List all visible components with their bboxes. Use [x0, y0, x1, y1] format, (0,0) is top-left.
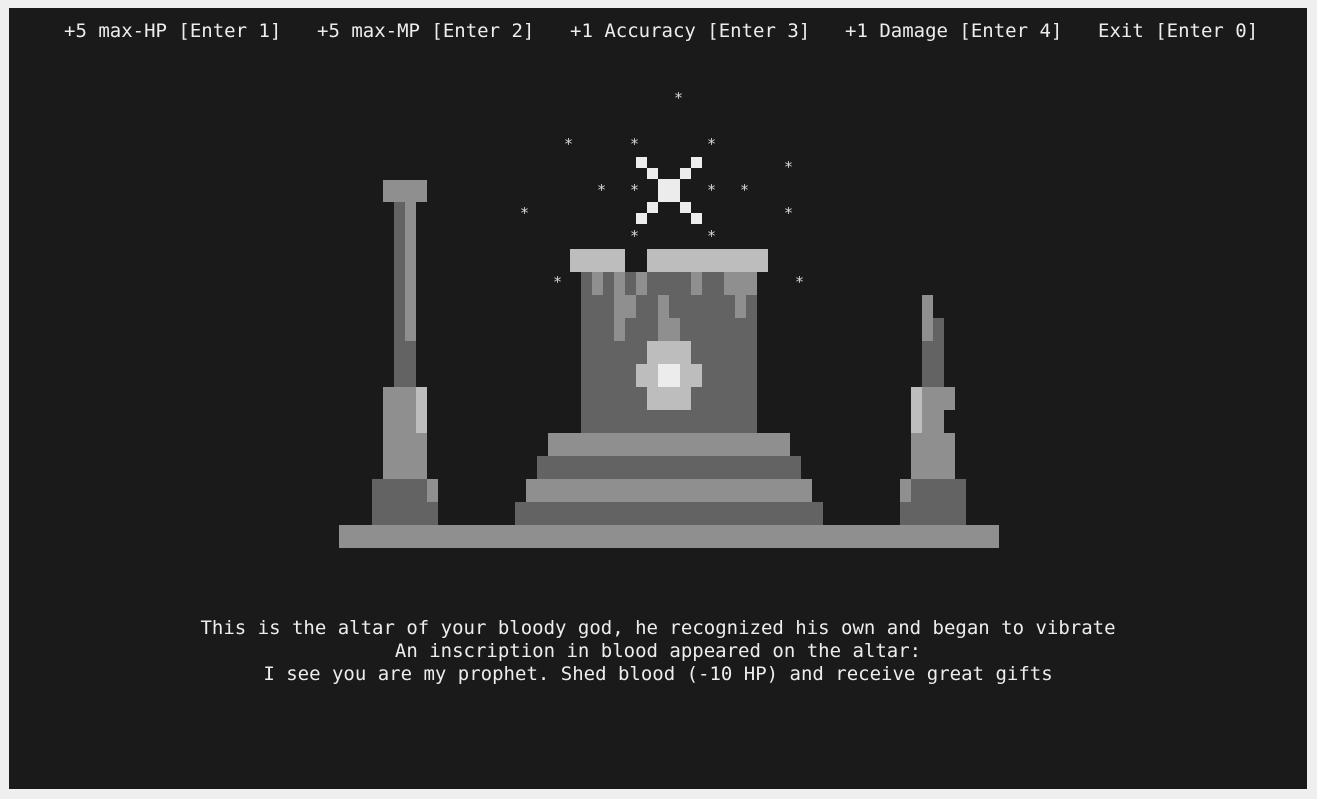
sparkle-star-icon: * [707, 135, 716, 153]
sparkle-star-icon: * [564, 135, 573, 153]
sparkle-star-icon: * [784, 204, 793, 222]
sparkle-star-icon: * [520, 204, 529, 222]
sparkle-star-icon: * [553, 273, 562, 291]
sparkle-star-icon: * [630, 181, 639, 199]
game-screen: +5 max-HP [Enter 1] +5 max-MP [Enter 2] … [9, 8, 1307, 789]
altar-illustration: * * * * * * * * * * * * * * * [339, 89, 999, 548]
right-pillar [900, 295, 966, 525]
sparkle-star-icon: * [630, 135, 639, 153]
sparkle-star-icon: * [630, 227, 639, 245]
message-line-2: An inscription in blood appeared on the … [394, 640, 922, 662]
sparkle-star-icon: * [707, 227, 716, 245]
left-pillar [372, 180, 438, 525]
sparkle-star-icon: * [795, 273, 804, 291]
sparkle-star-icon: * [597, 181, 606, 199]
floor [339, 525, 999, 548]
sparkle-star-icon: * [740, 181, 749, 199]
message-line-3: I see you are my prophet. Shed blood (-1… [263, 663, 1053, 685]
divine-spark-icon [636, 157, 702, 224]
sparkle-star-icon: * [784, 158, 793, 176]
altar-message: This is the altar of your bloody god, he… [9, 617, 1307, 686]
altar-steps [515, 433, 823, 525]
sparkle-star-icon: * [674, 89, 683, 107]
altar-block [570, 249, 768, 433]
message-line-1: This is the altar of your bloody god, he… [200, 617, 1116, 639]
sparkle-star-icon: * [707, 181, 716, 199]
